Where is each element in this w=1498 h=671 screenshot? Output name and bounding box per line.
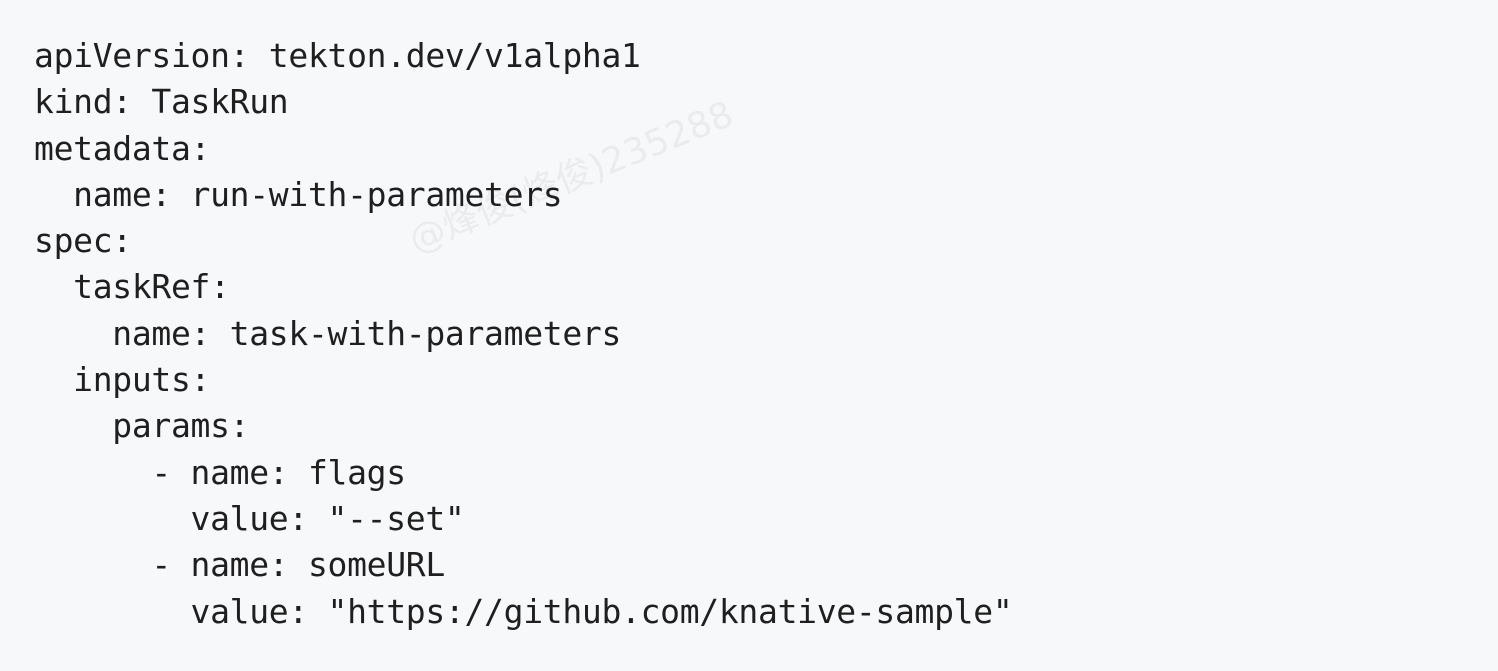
code-line-2: kind: TaskRun xyxy=(34,82,289,122)
code-line-1: apiVersion: tekton.dev/v1alpha1 xyxy=(34,36,641,75)
code-line-5: spec: xyxy=(34,221,132,261)
code-line-8: inputs: xyxy=(34,360,211,400)
code-line-13: value: "https://github.com/knative-sampl… xyxy=(34,591,1013,631)
code-line-4: name: run-with-parameters xyxy=(34,174,563,214)
code-line-7: name: task-with-parameters xyxy=(34,313,622,353)
code-line-6: taskRef: xyxy=(34,267,230,307)
code-line-11: value: "--set" xyxy=(34,498,465,538)
code-line-9: params: xyxy=(34,406,250,446)
yaml-code-block: apiVersion: tekton.dev/v1alpha1 kind: Ta… xyxy=(0,0,1498,671)
code-line-12: - name: someURL xyxy=(34,545,445,585)
code-line-10: - name: flags xyxy=(34,452,406,492)
code-line-3: metadata: xyxy=(34,128,211,168)
